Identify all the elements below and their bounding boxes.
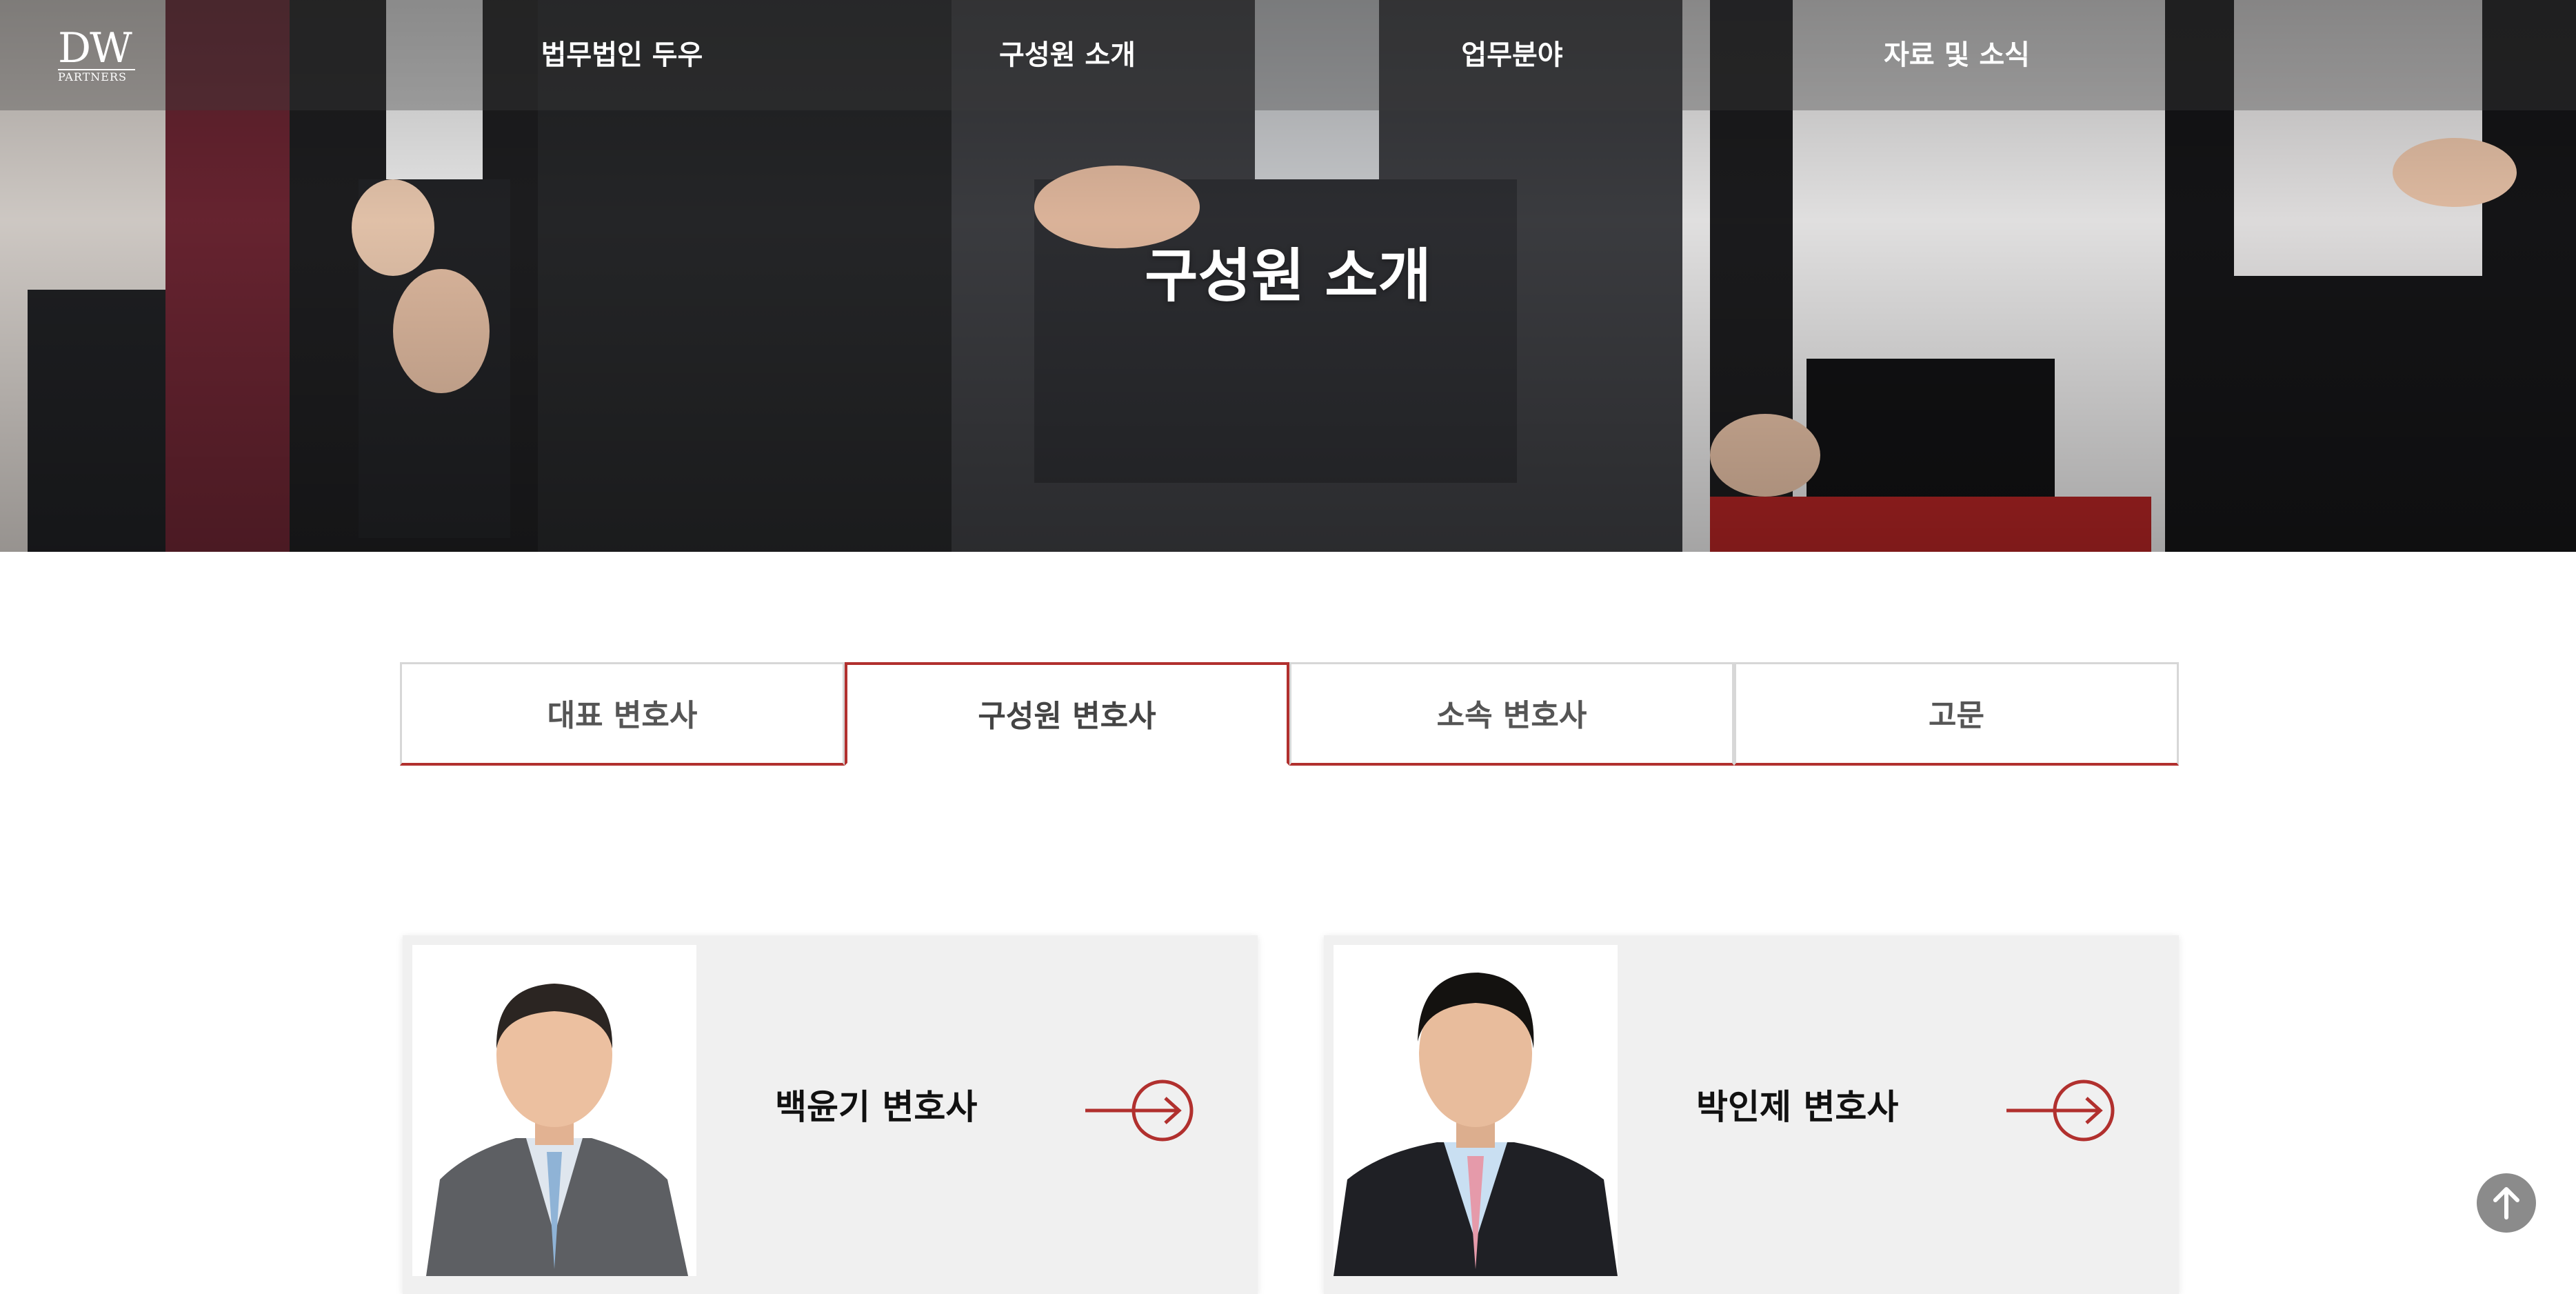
member-name: 백윤기 변호사 — [775, 1087, 978, 1127]
arrow-up-icon — [2493, 1187, 2519, 1220]
nav-item-members[interactable]: 구성원 소개 — [929, 34, 1205, 76]
logo-sub: PARTNERS — [58, 69, 135, 83]
member-portrait — [1334, 945, 1618, 1276]
member-photo — [1334, 945, 1618, 1276]
nav-item-resources-news[interactable]: 자료 및 소식 — [1819, 34, 2095, 76]
member-portrait — [412, 945, 696, 1276]
scroll-to-top-button[interactable] — [2477, 1173, 2536, 1233]
arrow-right-circle-icon[interactable] — [1085, 1077, 1196, 1144]
nav-item-firm[interactable]: 법무법인 두우 — [484, 34, 760, 76]
arrow-right-circle-icon[interactable] — [2006, 1077, 2117, 1144]
top-navigation: DW PARTNERS 법무법인 두우 구성원 소개 업무분야 자료 및 소식 — [0, 0, 2576, 110]
logo[interactable]: DW PARTNERS — [58, 28, 141, 83]
nav-item-practice-areas[interactable]: 업무분야 — [1374, 34, 1650, 76]
member-photo — [412, 945, 696, 1276]
member-card[interactable]: 백윤기 변호사 — [403, 935, 1258, 1294]
member-name: 박인제 변호사 — [1696, 1087, 1899, 1127]
hero-banner: DW PARTNERS 법무법인 두우 구성원 소개 업무분야 자료 및 소식 … — [0, 0, 2576, 552]
page-title: 구성원 소개 — [1145, 242, 1431, 310]
tab-associate-lawyer[interactable]: 소속 변호사 — [1289, 662, 1734, 766]
tab-advisor[interactable]: 고문 — [1734, 662, 2179, 766]
member-tabs: 대표 변호사 구성원 변호사 소속 변호사 고문 — [400, 662, 2179, 766]
tab-member-lawyer[interactable]: 구성원 변호사 — [845, 662, 1289, 766]
logo-mark: DW — [58, 24, 132, 72]
tab-representative-lawyer[interactable]: 대표 변호사 — [400, 662, 845, 766]
member-card[interactable]: 박인제 변호사 — [1324, 935, 2179, 1294]
